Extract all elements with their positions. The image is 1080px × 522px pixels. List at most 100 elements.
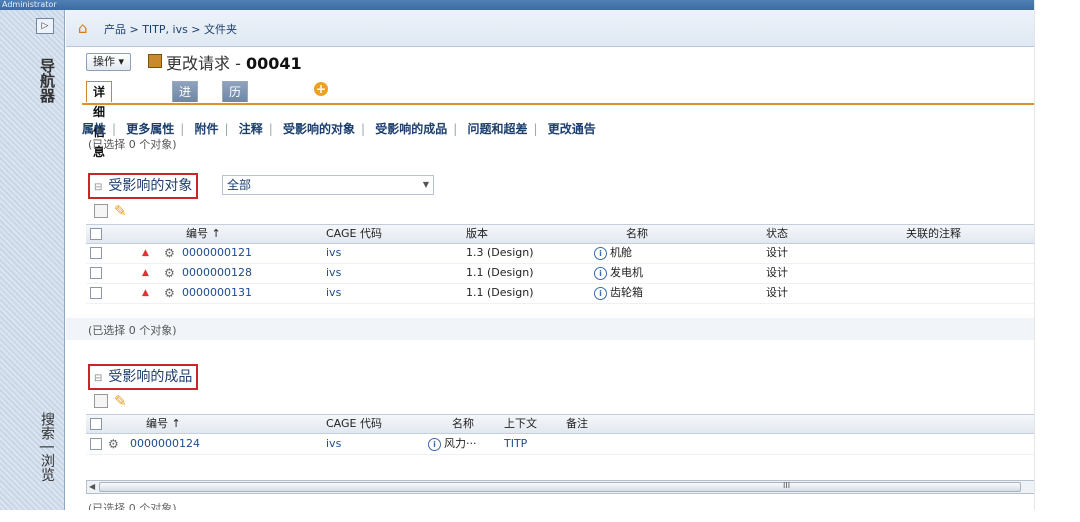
col-context[interactable]: 上下文 xyxy=(504,415,537,433)
tab-process[interactable]: 进程 xyxy=(172,81,199,119)
breadcrumb-bar: ⌂ 产品 > TITP, ivs > 文件夹 xyxy=(66,10,1034,47)
col-name[interactable]: 名称 xyxy=(452,415,474,433)
add-tab-icon[interactable]: + xyxy=(314,82,328,96)
row-name-text: 齿轮箱 xyxy=(610,286,643,299)
row-checkbox[interactable] xyxy=(90,267,102,279)
link-attachments[interactable]: 附件 xyxy=(195,122,219,136)
copy-icon[interactable] xyxy=(94,204,108,218)
row-number[interactable]: 0000000131 xyxy=(182,284,252,302)
link-affected-objects[interactable]: 受影响的对象 xyxy=(283,122,355,136)
row-version: 1.1 (Design) xyxy=(466,266,534,279)
affected-objects-toolbar: ✎ xyxy=(94,202,1034,222)
breadcrumb[interactable]: 产品 > TITP, ivs > 文件夹 xyxy=(104,21,237,37)
horizontal-scrollbar[interactable]: ◀ III xyxy=(86,480,1034,494)
row-number[interactable]: 0000000128 xyxy=(182,264,252,282)
edit-pencil-icon[interactable]: ✎ xyxy=(114,392,127,410)
affected-products-toolbar: ✎ xyxy=(94,392,1034,412)
row-number[interactable]: 0000000121 xyxy=(182,244,252,262)
home-icon[interactable]: ⌂ xyxy=(78,21,92,36)
link-affected-products[interactable]: 受影响的成品 xyxy=(375,122,447,136)
scroll-grip: III xyxy=(783,481,791,490)
info-icon[interactable]: i xyxy=(594,247,607,260)
scroll-thumb[interactable] xyxy=(99,482,1021,492)
copy-icon[interactable] xyxy=(94,394,108,408)
warning-icon: ▲ xyxy=(142,248,149,258)
row-checkbox[interactable] xyxy=(90,247,102,259)
link-attributes[interactable]: 属性 xyxy=(82,122,106,136)
col-name[interactable]: 名称 xyxy=(626,225,648,243)
link-change-notices[interactable]: 更改通告 xyxy=(548,122,596,136)
info-icon[interactable]: i xyxy=(594,267,607,280)
window-titlebar: Administrator xyxy=(0,0,1034,10)
page-edge xyxy=(1034,0,1035,510)
collapse-navigator-button[interactable]: ▷ xyxy=(36,18,54,34)
warning-icon: ▲ xyxy=(142,288,149,298)
col-status[interactable]: 状态 xyxy=(766,225,788,243)
table-row[interactable]: ⚙ 0000000124 ivs i 风力··· TITP xyxy=(86,435,1034,455)
tab-details[interactable]: 详细信息 xyxy=(86,81,113,159)
col-number[interactable]: 编号 ↑ xyxy=(146,415,181,433)
link-more-attributes[interactable]: 更多属性 xyxy=(126,122,174,136)
row-name-text: 风力··· xyxy=(444,437,477,450)
link-issues-deviations[interactable]: 问题和超差 xyxy=(468,122,528,136)
app-window: Administrator ▷ 导航器 搜索 | 浏览 ⌂ 产品 > TITP,… xyxy=(0,0,1034,510)
affected-objects-title: 受影响的对象 xyxy=(108,178,193,194)
tab-history[interactable]: 历史记录 xyxy=(222,81,249,159)
collapse-icon[interactable]: ⊟ xyxy=(94,182,102,193)
user-name: Administrator xyxy=(2,0,57,9)
row-name-text: 机舱 xyxy=(610,246,632,259)
affected-objects-filter[interactable]: 全部 ▼ xyxy=(222,175,434,195)
row-cage: ivs xyxy=(326,266,342,279)
navigator-label[interactable]: 导航器 xyxy=(36,58,56,103)
col-version[interactable]: 版本 xyxy=(466,225,488,243)
row-status: 设计 xyxy=(766,286,788,299)
collapse-icon[interactable]: ⊟ xyxy=(94,373,102,384)
row-version: 1.3 (Design) xyxy=(466,246,534,259)
filter-value: 全部 xyxy=(227,178,252,192)
select-all-checkbox[interactable] xyxy=(90,228,102,240)
row-context[interactable]: TITP xyxy=(504,435,527,453)
selected-count-bottom: (已选择 0 个对象) xyxy=(88,502,177,510)
table-row[interactable]: ▲ ⚙ 0000000131 ivs 1.1 (Design) i 齿轮箱 设计 xyxy=(86,284,1034,304)
row-checkbox[interactable] xyxy=(90,438,102,450)
row-checkbox[interactable] xyxy=(90,287,102,299)
tab-underline xyxy=(82,103,1034,105)
affected-products-header[interactable]: ⊟ 受影响的成品 xyxy=(88,364,199,390)
info-icon[interactable]: i xyxy=(428,438,441,451)
search-browse-label[interactable]: 搜索 | 浏览 xyxy=(36,412,55,482)
row-cage: ivs xyxy=(326,246,342,259)
row-name: i 风力··· xyxy=(428,435,477,453)
row-name: i 机舱 xyxy=(594,244,632,262)
table-row[interactable]: ▲ ⚙ 0000000121 ivs 1.3 (Design) i 机舱 设计 xyxy=(86,244,1034,264)
row-name: i 发电机 xyxy=(594,264,643,282)
selection-band: (已选择 0 个对象) xyxy=(66,318,1034,340)
info-icon[interactable]: i xyxy=(594,287,607,300)
affected-objects-table-header: 编号 ↑ CAGE 代码 版本 名称 状态 关联的注释 xyxy=(86,224,1034,244)
col-number[interactable]: 编号 ↑ xyxy=(186,225,221,243)
page-title-prefix: 更改请求 - xyxy=(166,54,246,73)
link-notes[interactable]: 注释 xyxy=(239,122,263,136)
select-all-checkbox[interactable] xyxy=(90,418,102,430)
part-gear-icon: ⚙ xyxy=(164,246,175,260)
part-gear-icon: ⚙ xyxy=(164,286,175,300)
col-cage[interactable]: CAGE 代码 xyxy=(326,415,382,433)
col-remarks[interactable]: 备注 xyxy=(566,415,588,433)
col-linked-notes[interactable]: 关联的注释 xyxy=(906,225,961,243)
page-title-number: 00041 xyxy=(245,54,302,73)
chevron-down-icon[interactable]: ▼ xyxy=(423,176,429,194)
scroll-left-icon[interactable]: ◀ xyxy=(89,481,95,493)
row-status: 设计 xyxy=(766,266,788,279)
col-cage[interactable]: CAGE 代码 xyxy=(326,225,382,243)
affected-objects-header[interactable]: ⊟ 受影响的对象 xyxy=(88,173,199,199)
page-title: 更改请求 - 00041 xyxy=(166,50,302,74)
selected-count-top: (已选择 0 个对象) xyxy=(88,138,177,151)
navigator-panel: ▷ 导航器 搜索 | 浏览 xyxy=(0,10,65,510)
edit-pencil-icon[interactable]: ✎ xyxy=(114,202,127,220)
actions-button[interactable]: 操作 ▾ xyxy=(86,53,132,71)
change-request-icon xyxy=(148,54,162,68)
table-row[interactable]: ▲ ⚙ 0000000128 ivs 1.1 (Design) i 发电机 设计 xyxy=(86,264,1034,284)
selected-count: (已选择 0 个对象) xyxy=(88,324,177,337)
row-number[interactable]: 0000000124 xyxy=(130,435,200,453)
main-content: ⌂ 产品 > TITP, ivs > 文件夹 操作 ▾ 更改请求 - 00041… xyxy=(66,10,1034,510)
warning-icon: ▲ xyxy=(142,268,149,278)
